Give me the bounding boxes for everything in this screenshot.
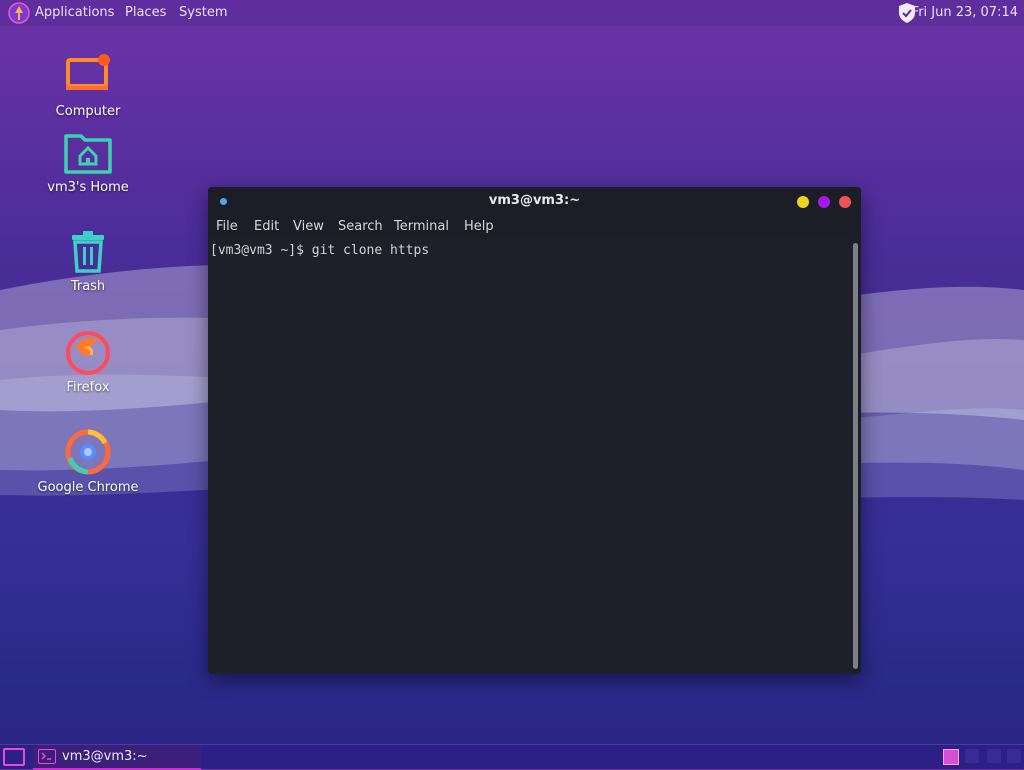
bottom-panel: vm3@vm3:~ xyxy=(0,744,1024,770)
menu-search[interactable]: Search xyxy=(338,219,383,234)
show-desktop-icon[interactable] xyxy=(3,748,25,766)
desktop-icon-home[interactable]: vm3's Home xyxy=(28,130,148,195)
close-button[interactable] xyxy=(839,196,851,208)
desktop-icon-label: Firefox xyxy=(66,380,110,395)
clock[interactable]: Fri Jun 23, 07:14 xyxy=(912,5,1018,20)
terminal-window[interactable]: vm3@vm3:~ File Edit View Search Terminal… xyxy=(208,187,861,674)
desktop-icon-firefox[interactable]: Firefox xyxy=(28,328,148,395)
scrollbar[interactable] xyxy=(853,243,858,669)
menu-view[interactable]: View xyxy=(293,219,324,234)
system-menu[interactable]: System xyxy=(179,5,227,20)
trash-icon xyxy=(72,231,104,273)
applications-menu-icon[interactable] xyxy=(8,2,30,24)
terminal-menubar: File Edit View Search Terminal Help xyxy=(208,215,861,239)
firefox-icon xyxy=(66,331,110,375)
applications-menu[interactable]: Applications xyxy=(35,5,114,20)
minimize-button[interactable] xyxy=(797,196,809,208)
home-folder-icon xyxy=(64,134,112,174)
desktop-icon-computer[interactable]: Computer xyxy=(28,52,148,119)
terminal-line: [vm3@vm3 ~]$ git clone https xyxy=(210,243,430,258)
top-panel: Applications Places System Fri Jun 23, 0… xyxy=(0,0,1024,26)
terminal-output[interactable]: [vm3@vm3 ~]$ git clone https xyxy=(208,239,853,674)
chrome-icon xyxy=(65,429,111,475)
window-title: vm3@vm3:~ xyxy=(488,193,581,208)
workspace-4[interactable] xyxy=(1007,749,1021,763)
taskbar-item-label: vm3@vm3:~ xyxy=(62,749,148,764)
desktop-icon-trash[interactable]: Trash xyxy=(28,229,148,294)
terminal-titlebar[interactable]: vm3@vm3:~ xyxy=(208,187,861,215)
taskbar-item-terminal[interactable]: vm3@vm3:~ xyxy=(33,745,201,770)
menu-terminal[interactable]: Terminal xyxy=(394,219,449,234)
workspace-2[interactable] xyxy=(965,749,979,763)
computer-icon xyxy=(66,54,110,90)
desktop-icon-label: Computer xyxy=(55,104,121,119)
maximize-button[interactable] xyxy=(818,196,830,208)
desktop-icon-label: vm3's Home xyxy=(47,180,129,195)
workspace-3[interactable] xyxy=(987,749,1001,763)
terminal-icon xyxy=(38,749,56,764)
desktop-icon-label: Google Chrome xyxy=(37,480,139,495)
menu-help[interactable]: Help xyxy=(464,219,494,234)
places-menu[interactable]: Places xyxy=(125,5,166,20)
menu-edit[interactable]: Edit xyxy=(254,219,279,234)
desktop-icon-label: Trash xyxy=(70,279,106,294)
menu-file[interactable]: File xyxy=(216,219,238,234)
workspace-1[interactable] xyxy=(943,749,959,765)
desktop-icon-chrome[interactable]: Google Chrome xyxy=(28,428,148,495)
